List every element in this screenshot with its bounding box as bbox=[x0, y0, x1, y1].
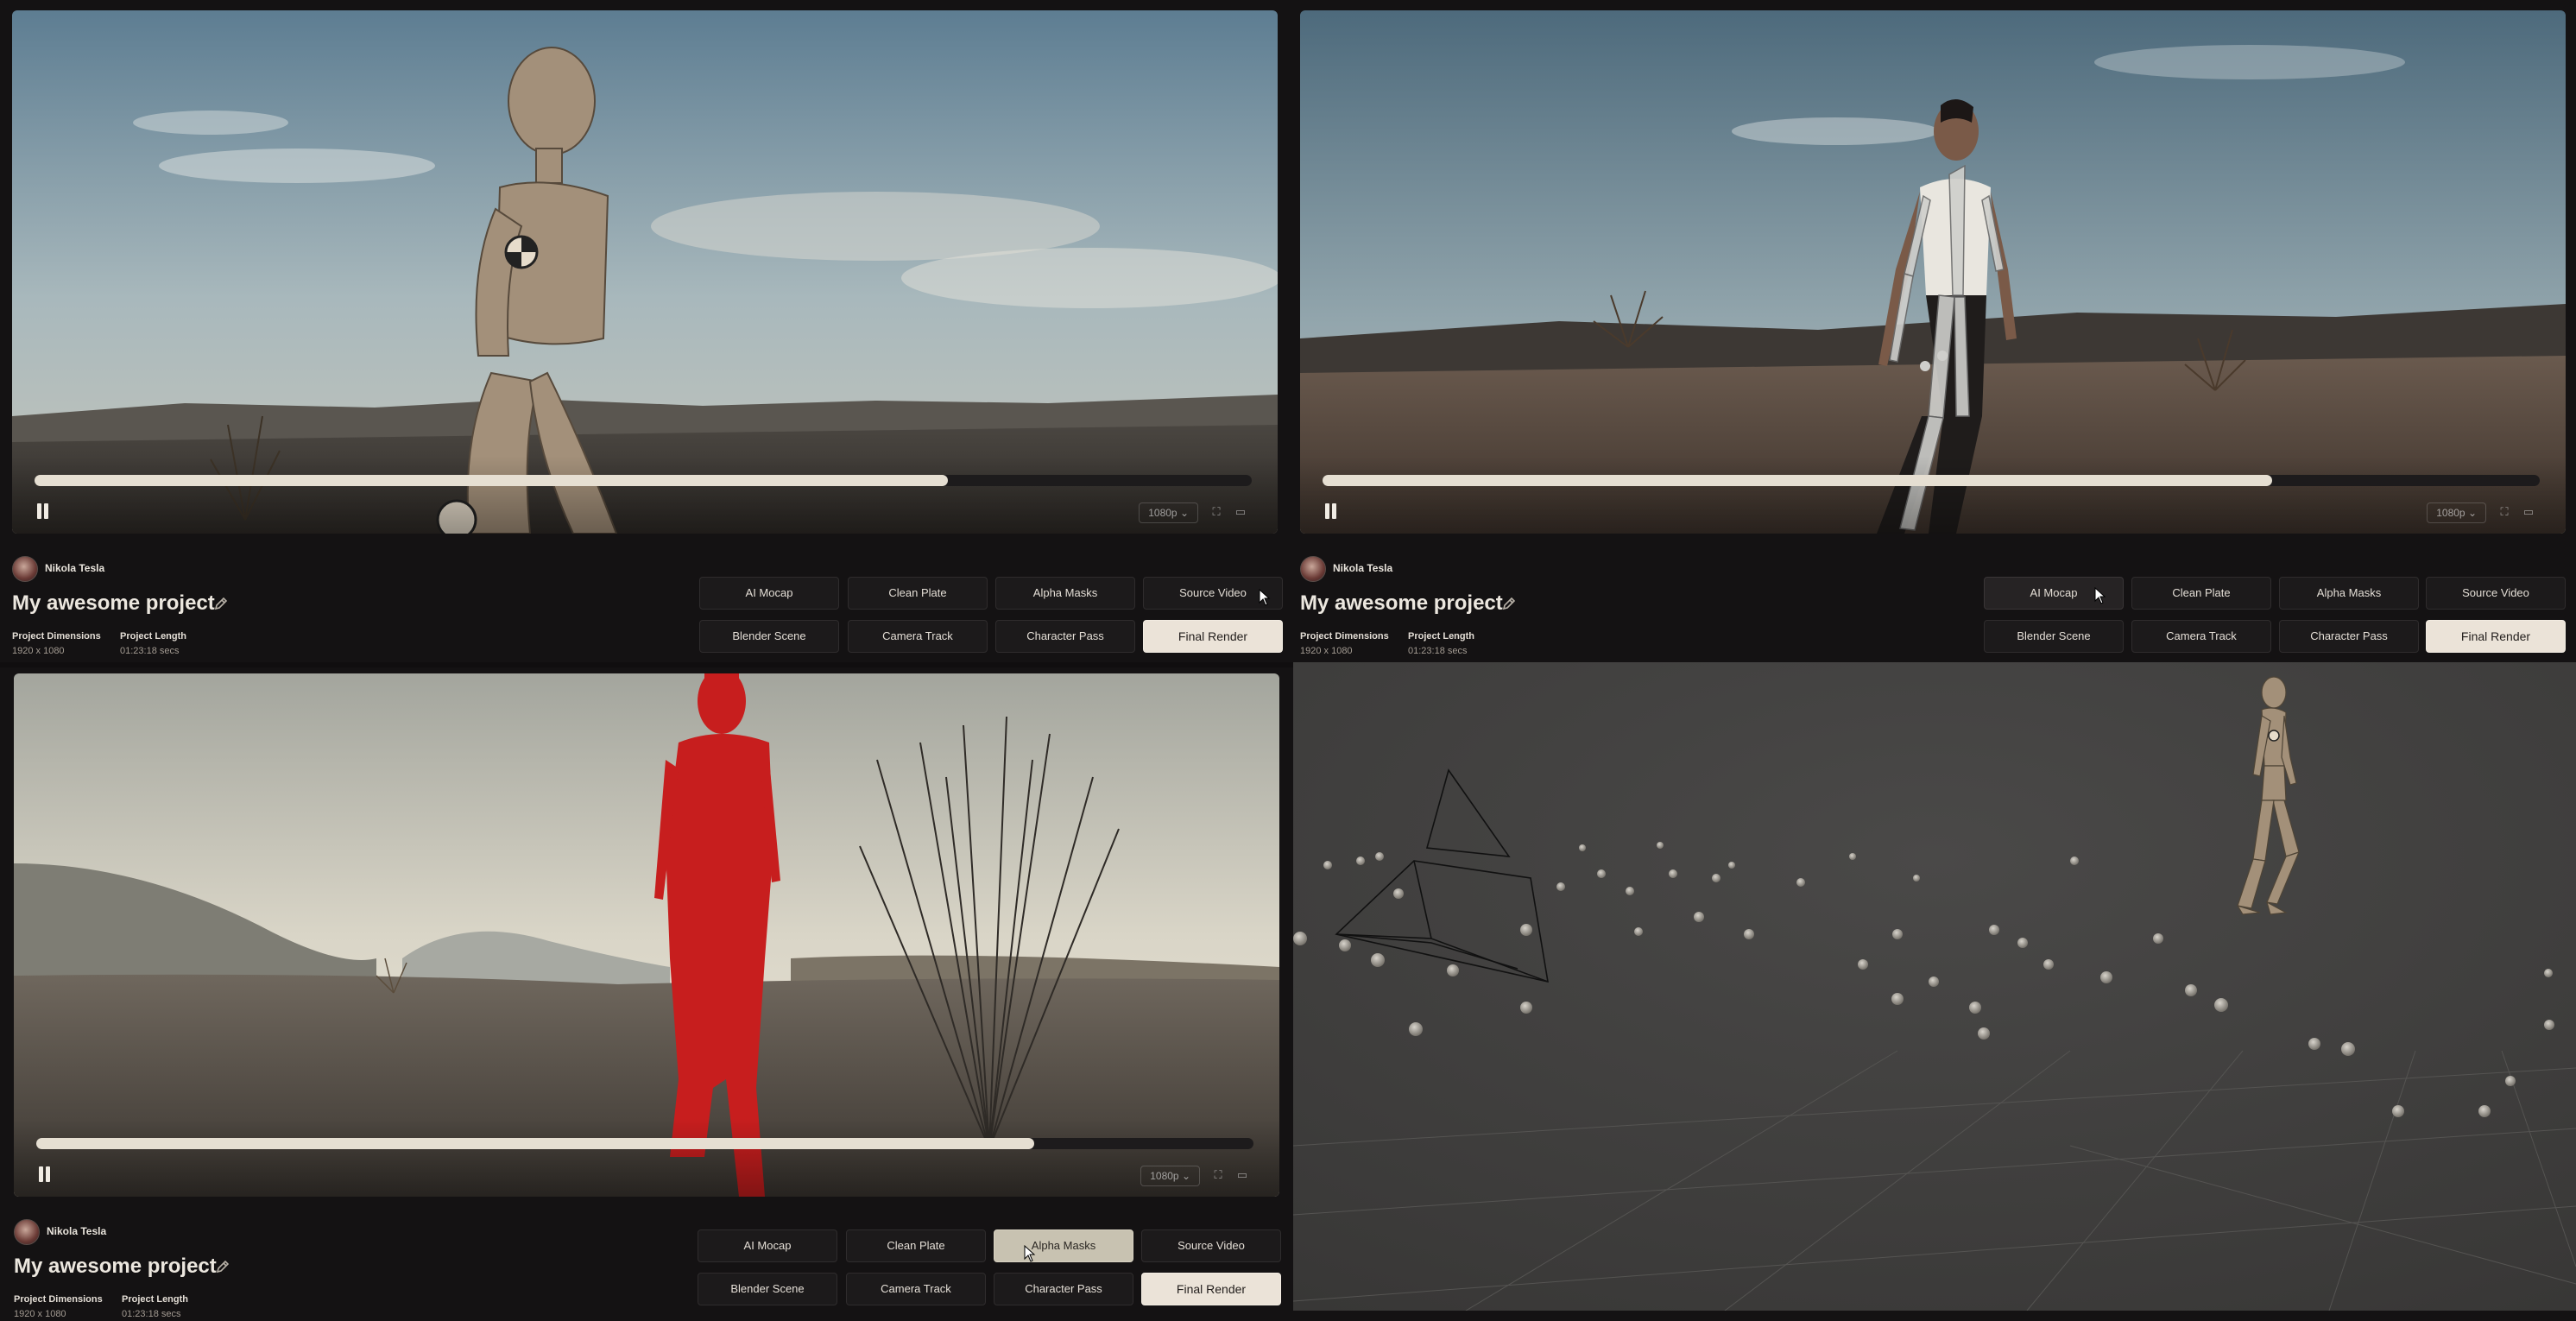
project-panel-3: 1080p ⌄ ⛶ ▭ Nikola Tesla My awesome proj… bbox=[14, 673, 1281, 1319]
dimensions-value: 1920 x 1080 bbox=[1300, 646, 1353, 656]
avatar[interactable] bbox=[12, 556, 38, 582]
alpha-masks-button[interactable]: Alpha Masks bbox=[2279, 577, 2419, 610]
video-player[interactable]: 1080p ⌄ ⛶ ▭ bbox=[1300, 10, 2566, 534]
length-label: Project Length bbox=[120, 631, 187, 642]
ai-mocap-button[interactable]: AI Mocap bbox=[699, 577, 839, 610]
quality-value: 1080p bbox=[2436, 507, 2466, 519]
project-info: Nikola Tesla My awesome project Project … bbox=[1300, 546, 1956, 658]
pause-icon[interactable] bbox=[38, 1166, 52, 1184]
dimensions-value: 1920 x 1080 bbox=[12, 646, 65, 656]
source-video-button[interactable]: Source Video bbox=[2426, 577, 2566, 610]
controls-shade bbox=[12, 456, 1278, 534]
clean-plate-button[interactable]: Clean Plate bbox=[848, 577, 988, 610]
progress-bar[interactable] bbox=[1323, 475, 2540, 486]
project-panel-1: 1080p ⌄ ⛶ ▭ Nikola Tesla My awesome proj… bbox=[12, 10, 1283, 658]
progress-bar[interactable] bbox=[35, 475, 1252, 486]
blender-scene-button[interactable]: Blender Scene bbox=[698, 1273, 837, 1305]
project-title: My awesome project bbox=[1300, 591, 1503, 615]
final-render-button[interactable]: Final Render bbox=[2426, 620, 2566, 653]
camera-track-button[interactable]: Camera Track bbox=[846, 1273, 986, 1305]
blender-3d-viewport[interactable] bbox=[1293, 662, 2576, 1311]
closed-captions-icon[interactable]: ▭ bbox=[1233, 504, 1248, 520]
pass-buttons: AI Mocap Clean Plate Alpha Masks Source … bbox=[698, 1229, 1281, 1309]
pass-buttons: AI Mocap Clean Plate Alpha Masks Source … bbox=[699, 577, 1283, 656]
progress-bar[interactable] bbox=[36, 1138, 1253, 1149]
alpha-masks-button[interactable]: Alpha Masks bbox=[994, 1229, 1133, 1262]
final-render-button[interactable]: Final Render bbox=[1141, 1273, 1281, 1305]
character-pass-button[interactable]: Character Pass bbox=[994, 1273, 1133, 1305]
pencil-icon[interactable] bbox=[214, 1258, 231, 1275]
mouse-pointer-icon bbox=[2094, 587, 2106, 604]
character-pass-button[interactable]: Character Pass bbox=[2279, 620, 2419, 653]
progress-fill bbox=[1323, 475, 2272, 486]
length-label: Project Length bbox=[1408, 631, 1475, 642]
alpha-masks-button[interactable]: Alpha Masks bbox=[995, 577, 1135, 610]
mouse-pointer-icon bbox=[1024, 1245, 1036, 1262]
source-video-button[interactable]: Source Video bbox=[1141, 1229, 1281, 1262]
author-name: Nikola Tesla bbox=[1333, 562, 1393, 574]
project-panel-2: 1080p ⌄ ⛶ ▭ Nikola Tesla My awesome proj… bbox=[1300, 10, 2566, 658]
author-name: Nikola Tesla bbox=[45, 562, 105, 574]
progress-fill bbox=[35, 475, 948, 486]
length-value: 01:23:18 secs bbox=[120, 646, 180, 656]
closed-captions-icon[interactable]: ▭ bbox=[1234, 1167, 1250, 1183]
progress-fill bbox=[36, 1138, 1035, 1149]
dimensions-label: Project Dimensions bbox=[1300, 631, 1389, 642]
quality-value: 1080p bbox=[1150, 1170, 1179, 1182]
avatar[interactable] bbox=[1300, 556, 1326, 582]
clean-plate-button[interactable]: Clean Plate bbox=[846, 1229, 986, 1262]
dimensions-label: Project Dimensions bbox=[14, 1294, 103, 1305]
fullscreen-icon[interactable]: ⛶ bbox=[1210, 1167, 1226, 1183]
fullscreen-icon[interactable]: ⛶ bbox=[2497, 504, 2512, 520]
clean-plate-button[interactable]: Clean Plate bbox=[2131, 577, 2271, 610]
fullscreen-icon[interactable]: ⛶ bbox=[1209, 504, 1224, 520]
pause-icon[interactable] bbox=[1324, 503, 1338, 521]
video-player[interactable]: 1080p ⌄ ⛶ ▭ bbox=[12, 10, 1278, 534]
controls-shade bbox=[1300, 456, 2566, 534]
pass-buttons: AI Mocap Clean Plate Alpha Masks Source … bbox=[1984, 577, 2566, 656]
pencil-icon[interactable] bbox=[1500, 595, 1518, 612]
project-info: Nikola Tesla My awesome project Project … bbox=[14, 1209, 670, 1321]
character-pass-button[interactable]: Character Pass bbox=[995, 620, 1135, 653]
camera-track-button[interactable]: Camera Track bbox=[2131, 620, 2271, 653]
project-title: My awesome project bbox=[12, 591, 215, 615]
avatar[interactable] bbox=[14, 1219, 40, 1245]
quality-select[interactable]: 1080p ⌄ bbox=[1139, 502, 1198, 523]
project-title: My awesome project bbox=[14, 1255, 217, 1278]
length-value: 01:23:18 secs bbox=[1408, 646, 1468, 656]
ai-mocap-button[interactable]: AI Mocap bbox=[698, 1229, 837, 1262]
camera-track-scene bbox=[1293, 662, 2576, 1311]
dimensions-label: Project Dimensions bbox=[12, 631, 101, 642]
row-divider bbox=[0, 662, 1295, 667]
quality-select[interactable]: 1080p ⌄ bbox=[2427, 502, 2486, 523]
quality-select[interactable]: 1080p ⌄ bbox=[1140, 1166, 1200, 1186]
length-label: Project Length bbox=[122, 1294, 189, 1305]
author-name: Nikola Tesla bbox=[47, 1225, 107, 1237]
blender-scene-button[interactable]: Blender Scene bbox=[699, 620, 839, 653]
pause-icon[interactable] bbox=[36, 503, 50, 521]
video-player[interactable]: 1080p ⌄ ⛶ ▭ bbox=[14, 673, 1279, 1197]
camera-track-button[interactable]: Camera Track bbox=[848, 620, 988, 653]
blender-scene-button[interactable]: Blender Scene bbox=[1984, 620, 2124, 653]
final-render-button[interactable]: Final Render bbox=[1143, 620, 1283, 653]
mouse-pointer-icon bbox=[1259, 589, 1271, 606]
quality-value: 1080p bbox=[1148, 507, 1178, 519]
controls-shade bbox=[14, 1119, 1279, 1197]
project-info: Nikola Tesla My awesome project Project … bbox=[12, 546, 668, 658]
pencil-icon[interactable] bbox=[212, 595, 230, 612]
closed-captions-icon[interactable]: ▭ bbox=[2521, 504, 2536, 520]
